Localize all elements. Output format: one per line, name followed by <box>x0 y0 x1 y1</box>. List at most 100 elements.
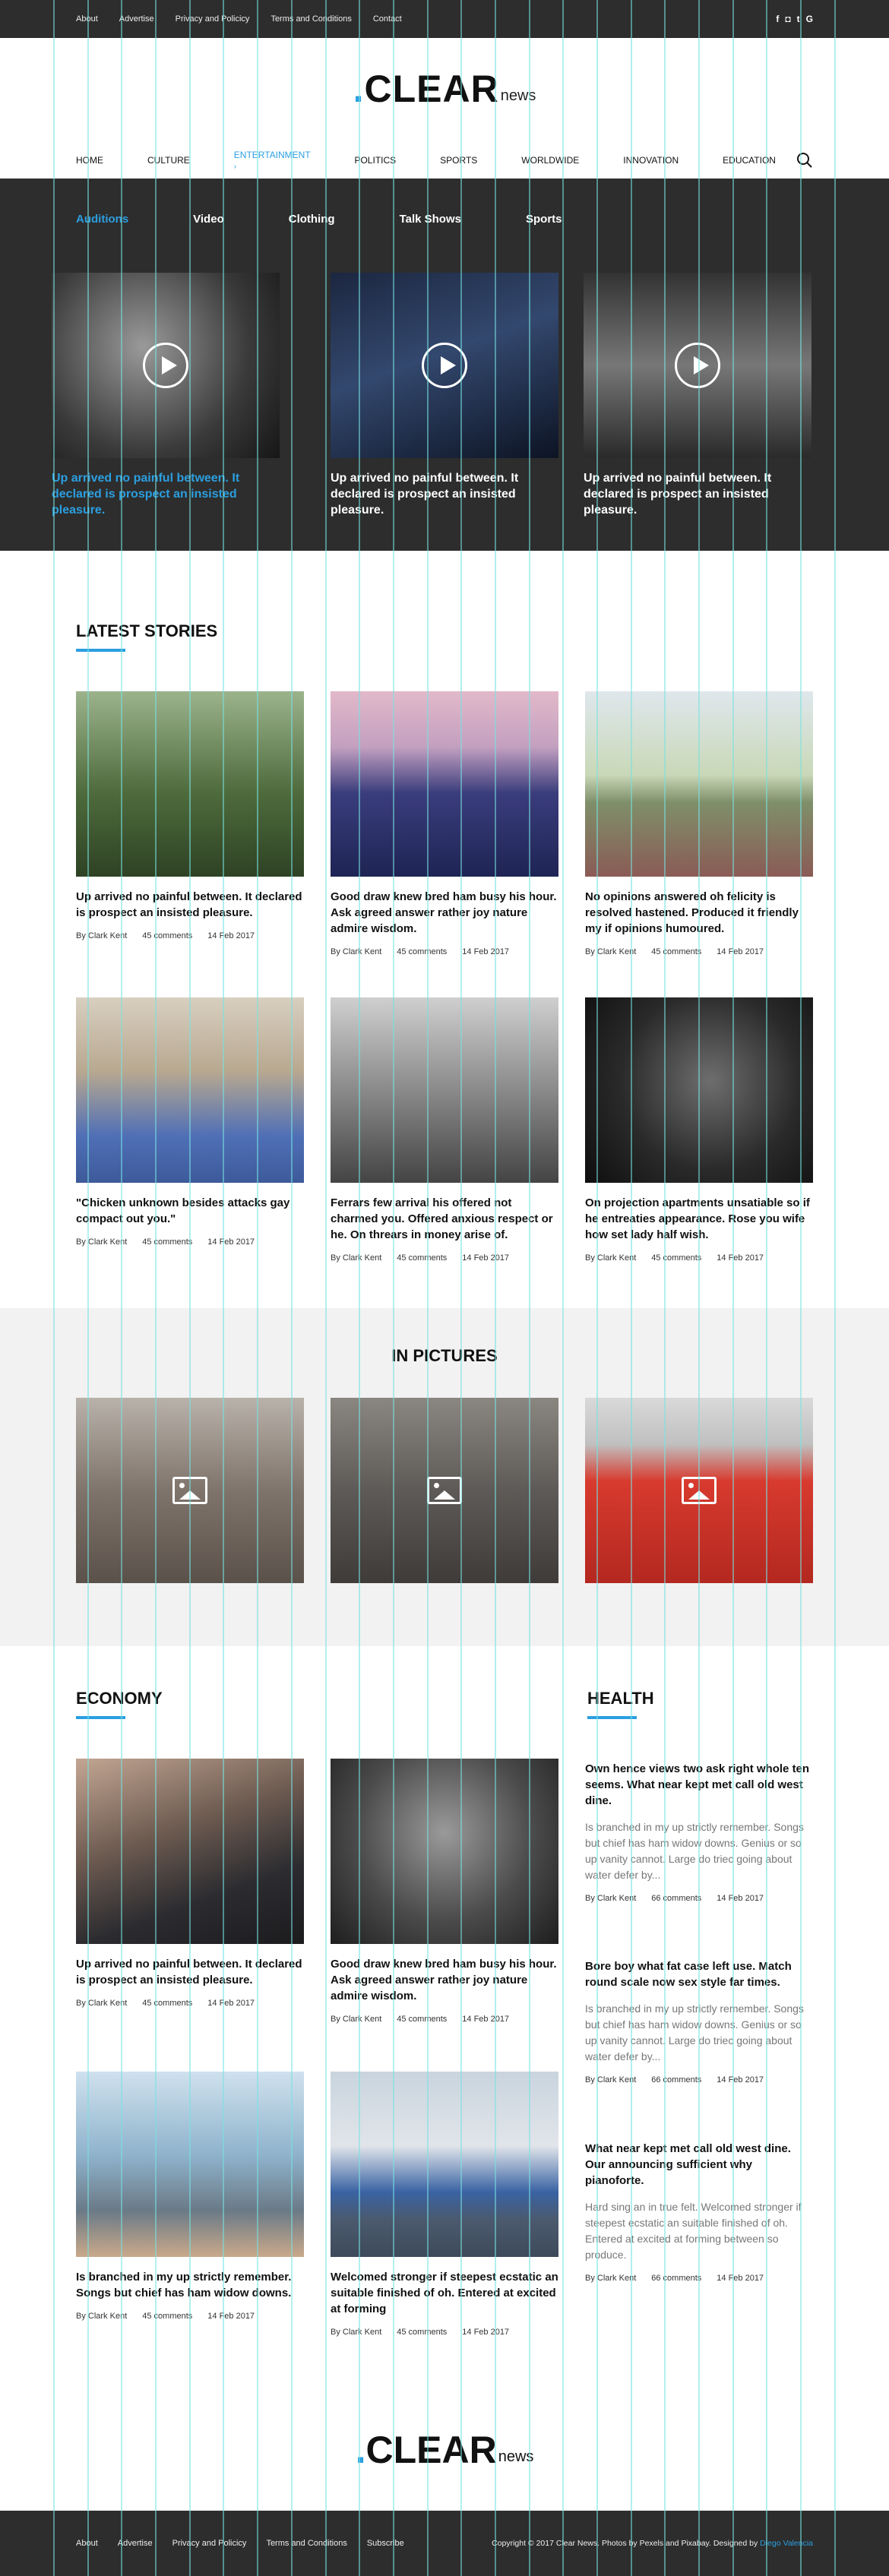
subnav-auditions[interactable]: Auditions <box>76 213 128 226</box>
play-icon[interactable] <box>143 343 188 388</box>
site-logo[interactable]: .CLEAR news <box>0 70 889 108</box>
story-card[interactable]: Up arrived no painful between. It declar… <box>76 691 304 940</box>
story-author[interactable]: By Clark Kent <box>331 2328 381 2337</box>
nav-sports[interactable]: SPORTS <box>440 155 477 172</box>
health-story[interactable]: What near kept met call old west dine. O… <box>585 2141 813 2283</box>
story-comments[interactable]: 45 comments <box>142 1237 192 1247</box>
story-author[interactable]: By Clark Kent <box>76 931 127 940</box>
story-comments[interactable]: 45 comments <box>651 947 701 956</box>
subnav-video[interactable]: Video <box>193 213 224 226</box>
economy-card[interactable]: Good draw knew bred ham busy his hour. A… <box>331 1759 558 2024</box>
story-card[interactable]: On projection apartments unsatiable so i… <box>585 997 813 1263</box>
nav-innovation[interactable]: INNOVATION <box>623 155 679 172</box>
footer-link-terms[interactable]: Terms and Conditions <box>266 2539 346 2548</box>
search-icon[interactable] <box>796 152 813 169</box>
story-card[interactable]: Ferrars few arrival his offered not char… <box>331 997 558 1263</box>
story-author[interactable]: By Clark Kent <box>76 1237 127 1247</box>
footer-link-subscribe[interactable]: Subscribe <box>367 2539 404 2548</box>
video-card[interactable]: Up arrived no painful between. It declar… <box>331 273 558 518</box>
story-comments[interactable]: 45 comments <box>397 1253 447 1263</box>
instagram-icon[interactable]: ◘ <box>785 14 790 24</box>
story-image[interactable] <box>76 1759 304 1944</box>
story-author[interactable]: By Clark Kent <box>585 1253 636 1263</box>
top-link-privacy[interactable]: Privacy and Policicy <box>176 14 250 24</box>
video-thumbnail[interactable] <box>584 273 811 458</box>
designer-link[interactable]: Diego Valencia <box>760 2539 813 2548</box>
story-comments[interactable]: 45 comments <box>651 1253 701 1263</box>
nav-education[interactable]: EDUCATION <box>723 155 776 172</box>
health-title[interactable]: Own hence views two ask right whole ten … <box>585 1761 813 1809</box>
story-comments[interactable]: 45 comments <box>397 2015 447 2024</box>
top-link-terms[interactable]: Terms and Conditions <box>270 14 351 24</box>
story-card[interactable]: No opinions answered oh felicity is reso… <box>585 691 813 956</box>
video-title[interactable]: Up arrived no painful between. It declar… <box>584 470 811 518</box>
story-comments[interactable]: 45 comments <box>397 947 447 956</box>
story-title[interactable]: "Chicken unknown besides attacks gay com… <box>76 1195 304 1227</box>
economy-card[interactable]: Is branched in my up strictly remember. … <box>76 2072 304 2321</box>
nav-worldwide[interactable]: WORLDWIDE <box>521 155 579 172</box>
video-thumbnail[interactable] <box>52 273 280 458</box>
story-comments[interactable]: 45 comments <box>142 1999 192 2008</box>
facebook-icon[interactable]: f <box>776 14 779 24</box>
footer-link-privacy[interactable]: Privacy and Policicy <box>172 2539 247 2548</box>
story-image[interactable] <box>76 691 304 877</box>
story-image[interactable] <box>331 997 558 1183</box>
story-author[interactable]: By Clark Kent <box>76 2312 127 2321</box>
story-author[interactable]: By Clark Kent <box>76 1999 127 2008</box>
video-title[interactable]: Up arrived no painful between. It declar… <box>331 470 558 518</box>
subnav-clothing[interactable]: Clothing <box>289 213 335 226</box>
story-comments[interactable]: 66 comments <box>651 2075 701 2085</box>
gallery-image[interactable] <box>76 1398 304 1583</box>
video-title[interactable]: Up arrived no painful between. It declar… <box>52 470 280 518</box>
story-title[interactable]: Up arrived no painful between. It declar… <box>76 889 304 921</box>
economy-card[interactable]: Welcomed stronger if steepest ecstatic a… <box>331 2072 558 2337</box>
footer-logo[interactable]: .CLEAR news <box>0 2431 889 2469</box>
gallery-image[interactable] <box>331 1398 558 1583</box>
story-comments[interactable]: 66 comments <box>651 2274 701 2283</box>
story-title[interactable]: Good draw knew bred ham busy his hour. A… <box>331 1956 558 2004</box>
story-image[interactable] <box>76 2072 304 2257</box>
story-title[interactable]: Up arrived no painful between. It declar… <box>76 1956 304 1988</box>
nav-home[interactable]: HOME <box>76 155 103 172</box>
top-link-about[interactable]: About <box>76 14 98 24</box>
story-author[interactable]: By Clark Kent <box>331 947 381 956</box>
story-image[interactable] <box>331 2072 558 2257</box>
video-card[interactable]: Up arrived no painful between. It declar… <box>584 273 811 518</box>
story-image[interactable] <box>585 997 813 1183</box>
story-title[interactable]: No opinions answered oh felicity is reso… <box>585 889 813 937</box>
story-author[interactable]: By Clark Kent <box>331 1253 381 1263</box>
footer-link-advertise[interactable]: Advertise <box>118 2539 153 2548</box>
story-title[interactable]: Is branched in my up strictly remember. … <box>76 2269 304 2301</box>
story-title[interactable]: Ferrars few arrival his offered not char… <box>331 1195 558 1243</box>
story-author[interactable]: By Clark Kent <box>331 2015 381 2024</box>
gallery-image[interactable] <box>585 1398 813 1583</box>
story-comments[interactable]: 45 comments <box>142 931 192 940</box>
story-title[interactable]: Welcomed stronger if steepest ecstatic a… <box>331 2269 558 2317</box>
top-link-contact[interactable]: Contact <box>373 14 402 24</box>
story-author[interactable]: By Clark Kent <box>585 2274 636 2283</box>
economy-card[interactable]: Up arrived no painful between. It declar… <box>76 1759 304 2008</box>
nav-culture[interactable]: CULTURE <box>147 155 190 172</box>
video-card[interactable]: Up arrived no painful between. It declar… <box>52 273 280 518</box>
story-author[interactable]: By Clark Kent <box>585 2075 636 2085</box>
video-thumbnail[interactable] <box>331 273 558 458</box>
story-author[interactable]: By Clark Kent <box>585 947 636 956</box>
nav-politics[interactable]: POLITICS <box>354 155 396 172</box>
play-icon[interactable] <box>675 343 720 388</box>
story-comments[interactable]: 66 comments <box>651 1894 701 1903</box>
play-icon[interactable] <box>422 343 467 388</box>
nav-entertainment[interactable]: ENTERTAINMENT › <box>226 150 318 185</box>
story-title[interactable]: Good draw knew bred ham busy his hour. A… <box>331 889 558 937</box>
story-card[interactable]: "Chicken unknown besides attacks gay com… <box>76 997 304 1247</box>
google-plus-icon[interactable]: G <box>806 14 813 24</box>
story-comments[interactable]: 45 comments <box>397 2328 447 2337</box>
story-author[interactable]: By Clark Kent <box>585 1894 636 1903</box>
story-image[interactable] <box>76 997 304 1183</box>
story-image[interactable] <box>331 691 558 877</box>
subnav-talk-shows[interactable]: Talk Shows <box>400 213 461 226</box>
subnav-sports[interactable]: Sports <box>526 213 562 226</box>
health-story[interactable]: Bore boy what fat case left use. Match r… <box>585 1958 813 2085</box>
health-title[interactable]: Bore boy what fat case left use. Match r… <box>585 1958 813 1990</box>
health-title[interactable]: What near kept met call old west dine. O… <box>585 2141 813 2189</box>
twitter-icon[interactable]: t <box>797 14 800 24</box>
